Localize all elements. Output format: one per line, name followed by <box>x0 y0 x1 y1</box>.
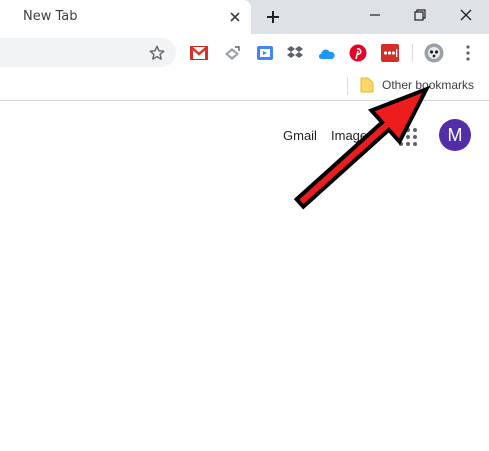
folder-icon <box>360 77 374 93</box>
browser-window: New Tab Other bookmarks Gmail Images M <box>0 0 489 451</box>
minimize-icon[interactable] <box>360 2 390 28</box>
address-bar[interactable] <box>0 38 176 67</box>
apps-grid-icon[interactable] <box>398 127 418 147</box>
close-icon[interactable] <box>451 2 481 28</box>
other-bookmarks-link[interactable]: Other bookmarks <box>382 78 474 92</box>
toolbar <box>0 34 489 71</box>
star-icon[interactable] <box>148 44 166 62</box>
gmail-link[interactable]: Gmail <box>283 128 317 143</box>
profile-extension-icon[interactable] <box>423 42 445 64</box>
lastpass-icon[interactable] <box>379 42 401 64</box>
bookmarks-bar: Other bookmarks <box>0 71 489 101</box>
account-avatar[interactable]: M <box>439 119 471 151</box>
onedrive-icon[interactable] <box>316 42 338 64</box>
tab-close-icon[interactable] <box>225 7 245 27</box>
toolbar-separator <box>412 44 413 62</box>
bookmarks-separator <box>347 77 348 95</box>
gmail-icon[interactable] <box>188 42 210 64</box>
new-tab-button[interactable] <box>260 5 286 29</box>
restore-icon[interactable] <box>405 2 435 28</box>
pinterest-icon[interactable] <box>347 42 369 64</box>
cloud-drive-icon[interactable] <box>254 42 276 64</box>
dropbox-icon[interactable] <box>284 42 306 64</box>
images-link[interactable]: Images <box>331 128 374 143</box>
new-tab-page: Gmail Images M <box>0 102 489 451</box>
tab-title: New Tab <box>23 9 78 24</box>
tab-strip: New Tab <box>0 0 489 34</box>
tab-new-tab[interactable]: New Tab <box>0 0 251 34</box>
feedly-icon[interactable] <box>221 42 243 64</box>
more-vertical-icon[interactable] <box>457 42 479 64</box>
